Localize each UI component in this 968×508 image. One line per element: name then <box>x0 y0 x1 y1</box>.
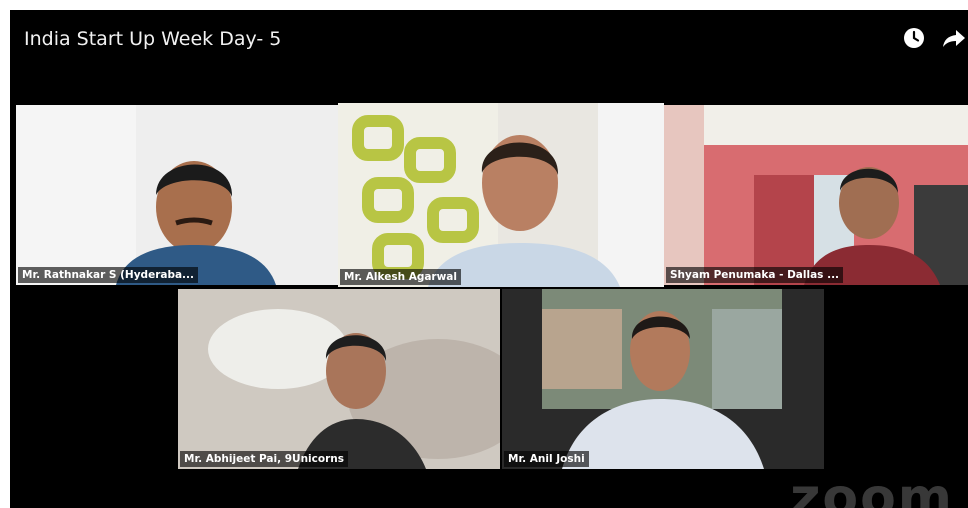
participant-tile[interactable]: Mr. Anil Joshi <box>502 289 824 469</box>
participant-tile-active-speaker[interactable]: Mr. Alkesh Agarwal <box>338 103 664 287</box>
participant-tile[interactable]: Mr. Abhijeet Pai, 9Unicorns <box>178 289 500 469</box>
participant-video <box>502 289 824 469</box>
participant-name: Mr. Abhijeet Pai, 9Unicorns <box>180 451 348 467</box>
video-title[interactable]: India Start Up Week Day- 5 <box>24 28 281 50</box>
top-controls <box>900 24 968 52</box>
participant-video <box>664 105 968 285</box>
participant-video <box>16 105 338 285</box>
clock-icon[interactable] <box>900 24 928 52</box>
participant-video <box>178 289 500 469</box>
participant-name: Mr. Anil Joshi <box>504 451 589 467</box>
participant-tile[interactable]: Shyam Penumaka - Dallas ... <box>664 105 968 285</box>
zoom-watermark: zoom <box>790 468 954 508</box>
participant-video <box>338 103 664 287</box>
share-icon[interactable] <box>940 24 968 52</box>
video-player[interactable]: India Start Up Week Day- 5 Mr. Rathnakar… <box>10 10 968 508</box>
participant-name: Mr. Alkesh Agarwal <box>340 269 461 285</box>
participant-name: Mr. Rathnakar S (Hyderaba... <box>18 267 199 283</box>
participant-name: Shyam Penumaka - Dallas ... <box>666 267 844 283</box>
participant-tile[interactable]: Mr. Rathnakar S (Hyderaba... <box>16 105 338 285</box>
